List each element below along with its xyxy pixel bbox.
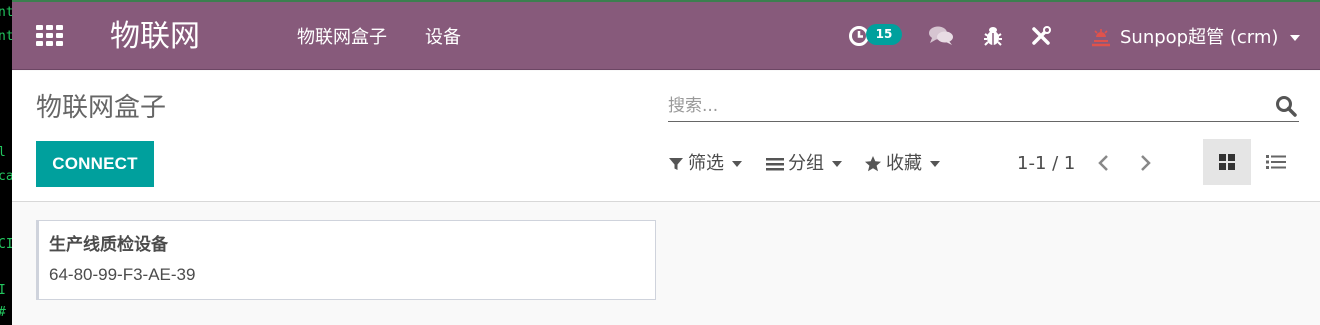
- terminal-strip: nt nt l ca CI I #: [0, 0, 12, 325]
- list-view-button[interactable]: [1252, 139, 1300, 185]
- chevron-right-icon: [1141, 155, 1151, 171]
- terminal-text: nt: [0, 5, 12, 20]
- pager-previous-button[interactable]: [1091, 149, 1117, 177]
- favorites-label: 收藏: [886, 153, 922, 174]
- groupby-label: 分组: [788, 153, 824, 174]
- connect-button[interactable]: CONNECT: [36, 141, 154, 187]
- pager-value[interactable]: 1-1 / 1: [1017, 153, 1075, 175]
- chevron-down-icon: [930, 161, 940, 167]
- user-name: Sunpop超管 (crm): [1120, 27, 1279, 48]
- user-menu[interactable]: Sunpop超管 (crm): [1090, 26, 1301, 50]
- bars-icon: [766, 158, 784, 171]
- chevron-left-icon: [1098, 155, 1108, 171]
- terminal-text: CI: [0, 237, 12, 252]
- star-icon: [865, 156, 881, 172]
- menu-item-iot-box[interactable]: 物联网盒子: [297, 27, 387, 49]
- search-input[interactable]: [668, 93, 1258, 119]
- filters-label: 筛选: [688, 153, 724, 174]
- menu-item-devices[interactable]: 设备: [425, 27, 461, 49]
- filter-icon: [669, 158, 683, 170]
- kanban-view-icon: [1219, 154, 1235, 170]
- chevron-down-icon: [832, 161, 842, 167]
- control-panel: 物联网盒子 CONNECT 筛选 分组: [12, 71, 1320, 202]
- chevron-down-icon: [1290, 35, 1301, 41]
- terminal-text: l: [0, 145, 6, 160]
- favorites-dropdown[interactable]: 收藏: [864, 153, 940, 175]
- app-brand[interactable]: 物联网: [110, 19, 200, 55]
- user-avatar-icon: [1090, 27, 1112, 49]
- tools-icon[interactable]: [1028, 22, 1054, 50]
- odoo-app: 物联网 物联网盒子 设备 15 Sunpop超管 (crm) 物联网盒子 CON…: [12, 0, 1320, 325]
- apps-menu-icon[interactable]: [36, 25, 63, 46]
- page-title: 物联网盒子: [36, 93, 167, 123]
- groupby-dropdown[interactable]: 分组: [766, 153, 842, 175]
- filters-dropdown[interactable]: 筛选: [668, 153, 742, 175]
- card-title: 生产线质检设备: [49, 235, 168, 255]
- chat-icon[interactable]: [926, 22, 956, 50]
- terminal-text: ca: [0, 169, 12, 184]
- terminal-text: nt: [0, 29, 12, 44]
- pager-next-button[interactable]: [1132, 149, 1158, 177]
- search-icon[interactable]: [1275, 95, 1297, 117]
- list-view-icon: [1266, 155, 1286, 169]
- kanban-view-button[interactable]: [1203, 139, 1251, 185]
- bug-icon[interactable]: [980, 22, 1006, 50]
- top-navbar: 物联网 物联网盒子 设备 15 Sunpop超管 (crm): [12, 2, 1320, 70]
- search-bar: [668, 91, 1299, 122]
- kanban-card[interactable]: 生产线质检设备 64-80-99-F3-AE-39: [36, 220, 656, 300]
- activity-count-badge: 15: [866, 24, 902, 45]
- terminal-text: #: [0, 306, 6, 320]
- chevron-down-icon: [732, 161, 742, 167]
- card-mac-address: 64-80-99-F3-AE-39: [49, 265, 196, 284]
- terminal-text: I: [0, 283, 6, 298]
